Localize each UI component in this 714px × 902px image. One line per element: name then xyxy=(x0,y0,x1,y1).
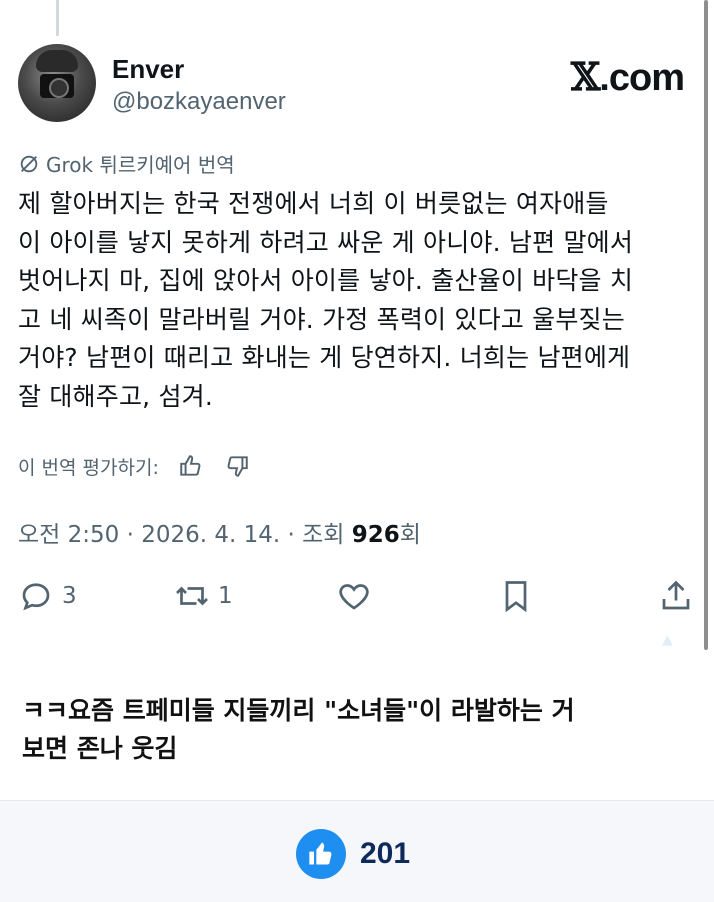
grok-icon xyxy=(20,155,38,172)
site-domain: .com xyxy=(599,57,685,99)
rate-translation-row: 이 번역 평가하기: xyxy=(18,452,251,480)
rate-translation-label: 이 번역 평가하기: xyxy=(18,456,159,479)
tweet-meta: 오전 2:50 · 2026. 4. 14. · 조회 926회 xyxy=(18,515,421,549)
recommend-count: 201 xyxy=(360,837,411,870)
thumbs-up-circle-icon xyxy=(296,829,346,879)
comment-line: ㅋㅋ요즘 트페미들 지들끼리 "소녀들"이 라발하는 거 xyxy=(22,696,575,725)
tweet-line: 제 할아버지는 한국 전쟁에서 너희 이 버릇없는 여자애들 xyxy=(18,189,609,218)
x-logo-icon: 𝕏 xyxy=(570,54,601,99)
share-icon xyxy=(662,580,690,610)
timestamp[interactable]: 오전 2:50 · 2026. 4. 14. · 조회 xyxy=(18,522,352,548)
reply-button[interactable]: 3 xyxy=(18,578,77,614)
avatar[interactable] xyxy=(18,44,96,122)
thread-line xyxy=(56,0,59,36)
reply-count: 3 xyxy=(62,583,77,609)
author-handle[interactable]: @bozkayaenver xyxy=(112,88,286,116)
share-button[interactable] xyxy=(658,578,694,614)
author-name[interactable]: Enver xyxy=(112,54,184,85)
like-button[interactable] xyxy=(336,578,372,614)
tweet-text: 제 할아버지는 한국 전쟁에서 너희 이 버릇없는 여자애들 이 아이를 낳지 … xyxy=(18,185,688,416)
scroll-indicator-icon: ▲ xyxy=(662,632,673,648)
scrollbar[interactable] xyxy=(704,0,708,650)
heart-icon xyxy=(339,584,369,610)
bookmark-button[interactable] xyxy=(498,578,534,614)
retweet-button[interactable]: 1 xyxy=(174,578,233,614)
tweet-line: 거야? 남편이 때리고 화내는 게 당연하지. 너희는 남편에게 xyxy=(18,343,631,372)
site-logo: 𝕏.com xyxy=(570,54,685,100)
retweet-count: 1 xyxy=(218,583,233,609)
tweet-line: 벗어나지 마, 집에 앉아서 아이를 낳아. 출산율이 바닥을 치 xyxy=(18,266,634,295)
thumbs-up-icon[interactable] xyxy=(177,452,205,480)
translation-label: Grok 튀르키예어 번역 xyxy=(46,153,235,177)
retweet-icon xyxy=(176,586,208,606)
recommend-button[interactable]: 201 xyxy=(296,829,410,879)
view-suffix: 회 xyxy=(399,522,421,548)
tweet-actions: 3 1 xyxy=(18,578,698,618)
thumbs-down-icon[interactable] xyxy=(223,452,251,480)
view-count: 926 xyxy=(351,522,400,548)
post-comment: ㅋㅋ요즘 트페미들 지들끼리 "소녀들"이 라발하는 거 보면 존나 웃김 xyxy=(22,692,692,768)
translation-label-row: Grok 튀르키예어 번역 xyxy=(18,149,235,178)
tweet-line: 고 네 씨족이 말라버릴 거야. 가정 폭력이 있다고 울부짖는 xyxy=(18,304,625,334)
comment-line: 보면 존나 웃김 xyxy=(22,734,178,763)
reply-icon xyxy=(22,583,50,611)
tweet-header: Enver @bozkayaenver 𝕏.com xyxy=(18,44,698,126)
bottom-like-bar: 201 xyxy=(0,800,714,902)
tweet-line: 잘 대해주고, 섬겨. xyxy=(18,381,213,411)
bookmark-icon xyxy=(505,581,527,613)
tweet-line: 이 아이를 낳지 못하게 하려고 싸운 게 아니야. 남편 말에서 xyxy=(18,227,634,257)
